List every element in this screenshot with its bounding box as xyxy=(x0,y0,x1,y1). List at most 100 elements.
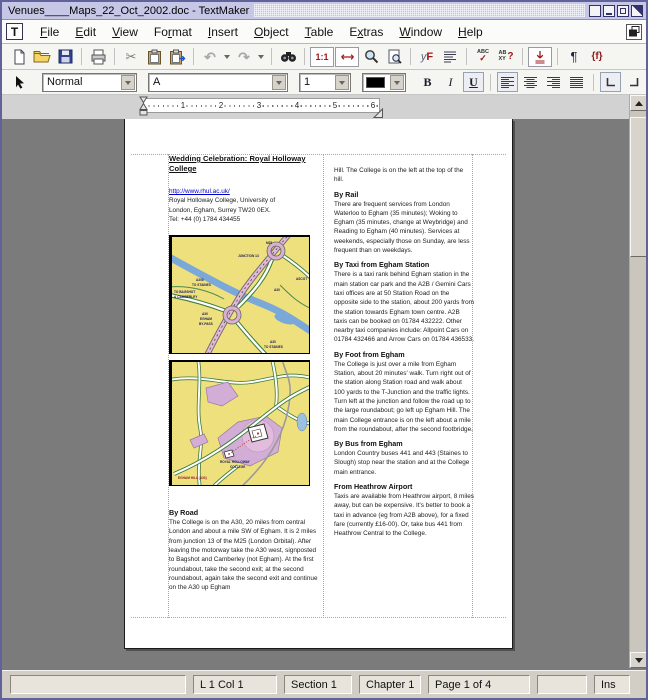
color-swatch xyxy=(366,77,385,88)
undo-button[interactable]: ↶ xyxy=(199,46,221,68)
insert-field-button[interactable]: {f} xyxy=(586,46,608,68)
chevron-down-icon xyxy=(394,81,400,88)
pointer-arrow-icon xyxy=(14,75,25,89)
arrow-up-icon xyxy=(635,97,643,106)
bold-button[interactable]: B xyxy=(417,72,438,92)
title-bar[interactable]: Venues____Maps_22_Oct_2002.doc - TextMak… xyxy=(2,2,646,20)
style-value: Normal xyxy=(43,76,82,88)
italic-button[interactable]: I xyxy=(440,72,461,92)
menu-object[interactable]: Object xyxy=(246,22,297,42)
chevron-down-icon xyxy=(276,81,282,88)
redo-dropdown-button[interactable] xyxy=(256,47,266,67)
tab-left-button[interactable] xyxy=(600,72,621,92)
style-combobox[interactable]: Normal xyxy=(42,73,137,92)
zoom-actual-button[interactable]: 1:1 xyxy=(310,47,334,67)
undo-dropdown-button[interactable] xyxy=(222,47,232,67)
paragraph-format-button[interactable] xyxy=(439,46,461,68)
character-format-button[interactable]: yF xyxy=(416,46,438,68)
document-page[interactable]: Wedding Celebration: Royal Holloway Coll… xyxy=(124,119,513,649)
close-button[interactable] xyxy=(631,5,643,17)
color-dropdown-button[interactable] xyxy=(390,75,404,90)
align-right-button[interactable] xyxy=(543,72,564,92)
binoculars-icon xyxy=(280,50,297,63)
font-combobox[interactable]: A xyxy=(148,73,288,92)
style-dropdown-button[interactable] xyxy=(121,75,135,90)
window-title: Venues____Maps_22_Oct_2002.doc - TextMak… xyxy=(5,5,254,17)
save-floppy-icon xyxy=(58,49,73,64)
scroll-down-button[interactable] xyxy=(630,652,647,668)
toolbar-separator xyxy=(522,48,523,65)
hyperlink[interactable]: http://www.rhul.ac.uk/ xyxy=(169,187,321,196)
menu-view[interactable]: View xyxy=(104,22,146,42)
align-left-button[interactable] xyxy=(497,72,518,92)
color-dropdown[interactable] xyxy=(362,73,406,92)
size-dropdown-button[interactable] xyxy=(335,75,349,90)
document-workspace[interactable]: Wedding Celebration: Royal Holloway Coll… xyxy=(2,119,646,670)
toolbar-separator xyxy=(490,74,491,91)
object-mode-button[interactable] xyxy=(8,71,30,93)
svg-text:M25: M25 xyxy=(266,241,272,245)
toolbar-separator xyxy=(114,48,115,65)
cut-button[interactable]: ✂ xyxy=(120,46,142,68)
status-line-col: L 1 Col 1 xyxy=(193,675,277,694)
toolbar-separator xyxy=(271,48,272,65)
toolbar-separator xyxy=(81,48,82,65)
print-preview-button[interactable] xyxy=(383,46,405,68)
campus-map-drawing: ROYAL HOLLOWAY COLLEGE EGHAM HILL (A30) xyxy=(172,362,309,485)
find-button[interactable] xyxy=(277,46,299,68)
menu-window[interactable]: Window xyxy=(391,22,450,42)
app-icon-button[interactable]: T xyxy=(6,23,23,40)
menu-table[interactable]: Table xyxy=(297,22,342,42)
ruler-row: 1 2 3 4 5 6 xyxy=(2,95,646,119)
zoom-button[interactable] xyxy=(360,46,382,68)
margin-guide-bottom xyxy=(131,617,506,618)
vertical-scrollbar[interactable] xyxy=(629,95,646,668)
right-column: Hill. The College is on the left at the … xyxy=(334,166,474,539)
align-justify-button[interactable] xyxy=(566,72,587,92)
new-document-button[interactable] xyxy=(8,46,30,68)
minimize-button[interactable] xyxy=(603,5,615,17)
menu-help[interactable]: Help xyxy=(450,22,491,42)
status-extra-field xyxy=(537,675,587,694)
status-insert-mode: Ins xyxy=(594,675,630,694)
font-value: A xyxy=(149,76,160,88)
section-heading: By Bus from Egham xyxy=(334,439,474,448)
maximize-button[interactable] xyxy=(617,5,629,17)
fit-width-button[interactable] xyxy=(335,47,359,67)
print-button[interactable] xyxy=(87,46,109,68)
ruler-number: 3 xyxy=(256,100,262,111)
redo-button[interactable]: ↷ xyxy=(233,46,255,68)
paragraph-lines-icon xyxy=(443,50,457,63)
font-dropdown-button[interactable] xyxy=(272,75,286,90)
translate-check-button[interactable]: ABXY ? xyxy=(495,46,517,68)
chevron-down-icon xyxy=(258,55,264,62)
column-guide xyxy=(323,154,324,618)
menu-extras[interactable]: Extras xyxy=(341,22,391,42)
scroll-up-button[interactable] xyxy=(630,95,647,111)
paste-button[interactable] xyxy=(166,46,188,68)
window-menu-button[interactable] xyxy=(589,5,601,17)
open-button[interactable] xyxy=(31,46,53,68)
underline-button[interactable]: U xyxy=(463,72,484,92)
menu-format[interactable]: Format xyxy=(146,22,200,42)
save-button[interactable] xyxy=(54,46,76,68)
svg-text:TO BAGSHOT: TO BAGSHOT xyxy=(174,290,195,294)
clipboard-arrow-icon xyxy=(169,49,186,65)
scrollbar-thumb[interactable] xyxy=(630,117,647,257)
chevron-down-icon xyxy=(339,81,345,88)
spell-check-button[interactable]: ABC✓ xyxy=(472,46,494,68)
printer-icon xyxy=(90,49,107,65)
zoom-1-1-label: 1:1 xyxy=(315,52,328,62)
menu-edit[interactable]: Edit xyxy=(67,22,104,42)
menu-insert[interactable]: Insert xyxy=(200,22,246,42)
horizontal-ruler[interactable]: 1 2 3 4 5 6 xyxy=(143,98,380,113)
goto-button[interactable] xyxy=(528,47,552,67)
align-center-button[interactable] xyxy=(520,72,541,92)
size-combobox[interactable]: 1 xyxy=(299,73,351,92)
copy-button[interactable] xyxy=(143,46,165,68)
menu-file[interactable]: File xyxy=(32,22,67,42)
tab-right-button[interactable] xyxy=(623,72,644,92)
formatting-marks-button[interactable]: ¶ xyxy=(563,46,585,68)
mdi-restore-button[interactable] xyxy=(626,24,642,40)
menu-bar: T File Edit View Format Insert Object Ta… xyxy=(2,20,646,44)
